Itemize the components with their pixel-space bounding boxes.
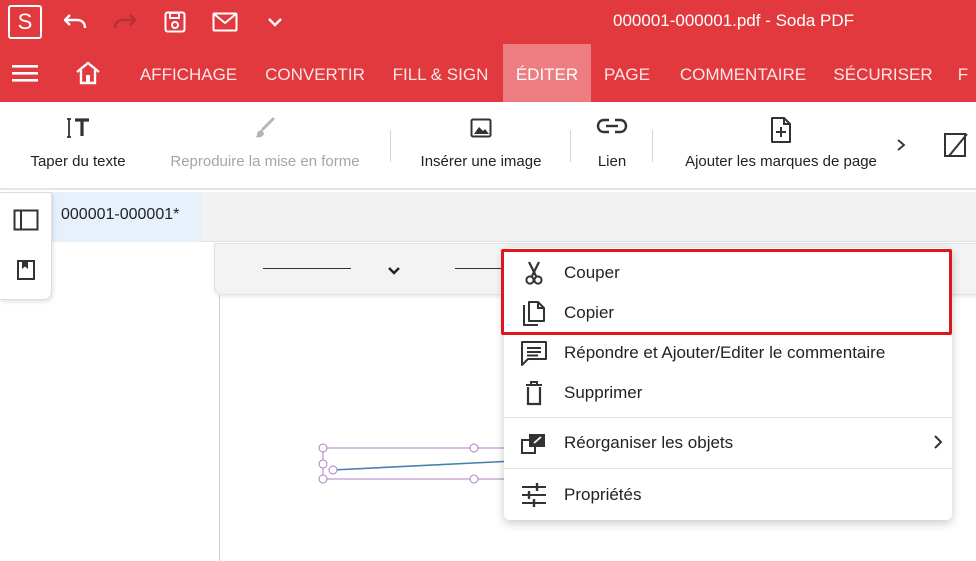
link-button[interactable]: Lien bbox=[586, 102, 638, 190]
home-icon[interactable] bbox=[74, 60, 102, 91]
menu-item-label: Couper bbox=[564, 263, 620, 282]
add-page-icon bbox=[769, 116, 793, 149]
copy-icon bbox=[520, 300, 548, 326]
menu-item-label: Copier bbox=[564, 303, 615, 322]
toolbar-divider bbox=[652, 130, 653, 162]
format-painter-button: Reproduire la mise en forme bbox=[160, 102, 370, 190]
type-text-button[interactable]: Taper du texte bbox=[20, 102, 136, 190]
menu-securiser[interactable]: SÉCURISER bbox=[828, 44, 938, 102]
type-text-label: Taper du texte bbox=[30, 153, 126, 170]
window-title: 000001-000001.pdf - Soda PDF bbox=[613, 11, 855, 30]
document-tab-bar: 000001-000001* bbox=[0, 192, 976, 242]
link-label: Lien bbox=[597, 153, 627, 170]
menu-item-properties[interactable]: Propriétés bbox=[504, 474, 952, 514]
comment-icon bbox=[520, 340, 548, 366]
toolbar-divider bbox=[570, 130, 571, 162]
toolbar-divider bbox=[390, 130, 391, 162]
menu-item-label: Répondre et Ajouter/Editer le commentair… bbox=[564, 343, 886, 362]
save-icon[interactable] bbox=[160, 8, 190, 36]
menu-affichage[interactable]: AFFICHAGE bbox=[132, 44, 245, 102]
chevron-right-icon bbox=[932, 434, 944, 455]
line-style-sample[interactable] bbox=[263, 268, 351, 269]
chevron-right-icon[interactable] bbox=[896, 138, 906, 157]
add-bookmarks-button[interactable]: Ajouter les marques de page bbox=[672, 102, 890, 190]
trash-icon bbox=[520, 380, 548, 406]
panel-toggle-icon[interactable] bbox=[13, 209, 39, 236]
menu-item-label: Réorganiser les objets bbox=[564, 433, 734, 452]
app-logo[interactable]: S bbox=[8, 5, 42, 39]
undo-icon[interactable] bbox=[60, 8, 90, 36]
brush-icon bbox=[253, 116, 277, 145]
menu-separator bbox=[504, 468, 952, 469]
mail-icon[interactable] bbox=[210, 8, 240, 36]
document-tab[interactable]: 000001-000001* bbox=[52, 192, 202, 242]
bookmark-icon[interactable] bbox=[16, 259, 36, 286]
selected-line-shape[interactable] bbox=[314, 440, 514, 488]
redo-icon bbox=[110, 8, 140, 36]
insert-image-button[interactable]: Insérer une image bbox=[410, 102, 552, 190]
menu-item-arrange[interactable]: Réorganiser les objets bbox=[504, 422, 952, 462]
ribbon-toolbar: Taper du texte Reproduire la mise en for… bbox=[0, 102, 976, 190]
menu-item-label: Supprimer bbox=[564, 383, 643, 402]
add-bookmarks-label: Ajouter les marques de page bbox=[685, 153, 877, 170]
arrange-icon bbox=[520, 430, 548, 456]
page-border bbox=[219, 295, 220, 561]
menu-truncated[interactable]: F bbox=[952, 44, 974, 102]
hamburger-menu-icon[interactable] bbox=[12, 63, 38, 88]
menu-editer[interactable]: ÉDITER bbox=[503, 44, 591, 102]
menu-item-reply-comment[interactable]: Répondre et Ajouter/Editer le commentair… bbox=[504, 332, 952, 372]
menu-commentaire[interactable]: COMMENTAIRE bbox=[670, 44, 816, 102]
scissors-icon bbox=[520, 260, 548, 286]
format-painter-label: Reproduire la mise en forme bbox=[170, 153, 360, 170]
chevron-down-icon[interactable] bbox=[387, 263, 401, 281]
menu-item-delete[interactable]: Supprimer bbox=[504, 372, 952, 412]
menu-item-copy[interactable]: Copier bbox=[504, 292, 952, 332]
menu-convertir[interactable]: CONVERTIR bbox=[258, 44, 372, 102]
text-cursor-icon bbox=[65, 116, 91, 145]
chevron-down-icon[interactable] bbox=[260, 8, 290, 36]
menu-fill-sign[interactable]: FILL & SIGN bbox=[384, 44, 497, 102]
sliders-icon bbox=[520, 482, 548, 508]
image-icon bbox=[469, 116, 493, 145]
menu-separator bbox=[504, 417, 952, 418]
context-menu: Couper Copier Répondre et Ajouter/Editer… bbox=[504, 248, 952, 520]
menu-item-cut[interactable]: Couper bbox=[504, 252, 952, 292]
insert-image-label: Insérer une image bbox=[420, 153, 542, 170]
edit-form-icon[interactable] bbox=[941, 130, 971, 165]
side-panel bbox=[0, 192, 52, 300]
title-bar: S 000001-000001.pdf - Soda PDF bbox=[0, 0, 976, 44]
link-icon bbox=[596, 116, 628, 141]
menu-item-label: Propriétés bbox=[564, 485, 642, 504]
line-style-sample[interactable] bbox=[455, 268, 503, 269]
menu-bar: AFFICHAGE CONVERTIR FILL & SIGN ÉDITER P… bbox=[0, 44, 976, 102]
menu-page[interactable]: PAGE bbox=[597, 44, 657, 102]
